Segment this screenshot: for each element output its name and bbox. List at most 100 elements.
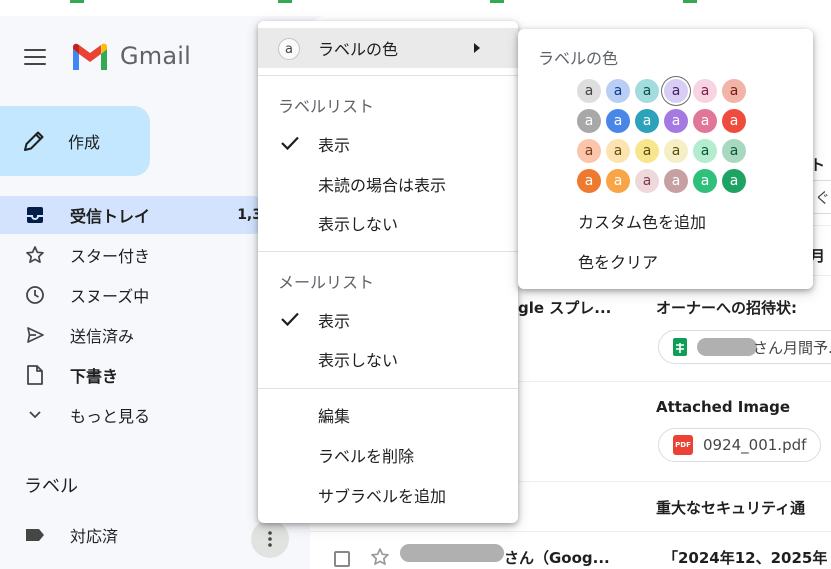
labels-section-title: ラベル [24, 476, 78, 497]
color-swatch-grid: aaaaaaaaaaaaaaaaaaaaaaaa [577, 79, 746, 193]
menu-item-delete-label[interactable]: ラベルを削除 [258, 435, 518, 475]
submenu-title: ラベルの色 [538, 49, 619, 68]
mail-subject: Attached Image [656, 398, 791, 416]
label-color-submenu: ラベルの色 aaaaaaaaaaaaaaaaaaaaaaaa カスタム色を追加 … [518, 29, 813, 289]
color-swatch[interactable]: a [635, 79, 659, 103]
menu-item-label: 表示しない [318, 215, 399, 234]
top-strip [0, 0, 831, 16]
nav-drafts[interactable]: 下書き [0, 356, 270, 394]
menu-item-label: 表示 [318, 136, 351, 155]
attachment-chip[interactable]: PDF 0924_001.pdf [658, 428, 822, 462]
nav-label: 受信トレイ [70, 207, 151, 226]
menu-item-label-list-show[interactable]: 表示 [258, 124, 518, 164]
color-swatch[interactable]: a [577, 109, 601, 133]
color-swatch[interactable]: a [664, 139, 688, 163]
compose-button[interactable]: 作成 [0, 106, 150, 176]
nav-more[interactable]: もっと見る [0, 396, 270, 434]
color-swatch[interactable]: a [664, 79, 688, 103]
clear-color-button[interactable]: 色をクリア [578, 249, 658, 273]
color-swatch[interactable]: a [722, 79, 746, 103]
menu-section-label-list: ラベルリスト [278, 97, 375, 116]
menu-item-label: 表示しない [318, 351, 399, 370]
main-menu-icon[interactable] [24, 48, 46, 66]
chip-text: ぐ... [815, 188, 831, 207]
redacted-text [400, 544, 504, 562]
pdf-icon: PDF [673, 435, 693, 455]
gmail-wordmark: Gmail [120, 42, 192, 70]
sheets-icon [673, 338, 687, 356]
mail-subject: オーナーへの招待状: [656, 299, 797, 317]
color-swatch[interactable]: a [606, 79, 630, 103]
attachment-chip[interactable]: さん月間予... [658, 330, 831, 364]
send-icon [24, 324, 46, 346]
menu-item-label-list-hide[interactable]: 表示しない [258, 203, 518, 243]
menu-item-label: サブラベルを追加 [318, 487, 447, 506]
label-name: 対応済 [70, 527, 119, 546]
menu-item-label: 編集 [318, 407, 351, 426]
submenu-arrow-icon [474, 43, 480, 53]
mail-sender: さん（Goog... [504, 549, 610, 567]
menu-item-mail-list-show[interactable]: 表示 [258, 300, 518, 340]
color-swatch[interactable]: a [664, 169, 688, 193]
nav-label: 下書き [70, 367, 119, 386]
color-swatch[interactable]: a [577, 139, 601, 163]
color-swatch[interactable]: a [635, 109, 659, 133]
checkmark-icon [281, 312, 299, 327]
color-swatch[interactable]: a [635, 139, 659, 163]
color-swatch[interactable]: a [722, 139, 746, 163]
color-swatch[interactable]: a [577, 79, 601, 103]
label-tag-icon [24, 524, 46, 546]
nav-inbox[interactable]: 受信トレイ 1,3 [0, 196, 270, 234]
mail-sender: gle スプレ... [518, 299, 612, 317]
label-more-options-icon[interactable] [251, 520, 289, 558]
color-swatch[interactable]: a [693, 109, 717, 133]
color-swatch[interactable]: a [693, 79, 717, 103]
menu-divider [258, 75, 518, 76]
color-swatch[interactable]: a [606, 169, 630, 193]
color-swatch[interactable]: a [722, 169, 746, 193]
mail-subject: 「2024年12、2025年 [663, 549, 828, 567]
menu-divider [258, 388, 518, 389]
menu-item-edit[interactable]: 編集 [258, 395, 518, 435]
color-swatch[interactable]: a [577, 169, 601, 193]
menu-item-label: 未読の場合は表示 [318, 176, 447, 195]
menu-section-mail-list: メールリスト [278, 273, 375, 292]
draft-icon [24, 364, 46, 386]
nav-label: もっと見る [70, 407, 151, 426]
menu-item-label-color[interactable]: a ラベルの色 [258, 28, 518, 68]
inbox-icon [24, 204, 46, 226]
chip-text: 0924_001.pdf [703, 436, 807, 454]
color-swatch[interactable]: a [693, 169, 717, 193]
nav-label: スター付き [70, 247, 151, 266]
row-checkbox[interactable] [334, 551, 350, 567]
color-swatch[interactable]: a [693, 139, 717, 163]
mail-row[interactable]: さん（Goog... 「2024年12、2025年 [310, 532, 831, 569]
gmail-logo[interactable]: Gmail [70, 41, 191, 71]
star-icon [24, 244, 46, 266]
color-swatch[interactable]: a [606, 139, 630, 163]
add-custom-color-button[interactable]: カスタム色を追加 [578, 209, 706, 233]
checkmark-icon [281, 136, 299, 151]
menu-item-mail-list-hide[interactable]: 表示しない [258, 339, 518, 379]
color-swatch[interactable]: a [606, 109, 630, 133]
menu-item-label: ラベルを削除 [318, 447, 415, 466]
color-swatch[interactable]: a [722, 109, 746, 133]
mail-subject: 重大なセキュリティ通 [656, 499, 806, 517]
menu-item-label-list-show-if-unread[interactable]: 未読の場合は表示 [258, 164, 518, 204]
color-swatch[interactable]: a [664, 109, 688, 133]
pencil-icon [24, 131, 44, 151]
nav-snoozed[interactable]: スヌーズ中 [0, 276, 270, 314]
menu-divider [258, 251, 518, 252]
star-icon[interactable] [370, 547, 390, 569]
menu-item-add-sublabel[interactable]: サブラベルを追加 [258, 475, 518, 515]
menu-item-label: ラベルの色 [318, 40, 399, 59]
redacted-text [697, 338, 757, 356]
nav-sent[interactable]: 送信済み [0, 316, 270, 354]
color-swatch[interactable]: a [635, 169, 659, 193]
label-item-taiouzumi[interactable]: 対応済 [0, 516, 270, 554]
chip-text: さん月間予... [753, 338, 831, 357]
nav-starred[interactable]: スター付き [0, 236, 270, 274]
color-swatch-icon: a [278, 38, 300, 60]
nav-label: 送信済み [70, 327, 135, 346]
chevron-down-icon [24, 404, 46, 426]
